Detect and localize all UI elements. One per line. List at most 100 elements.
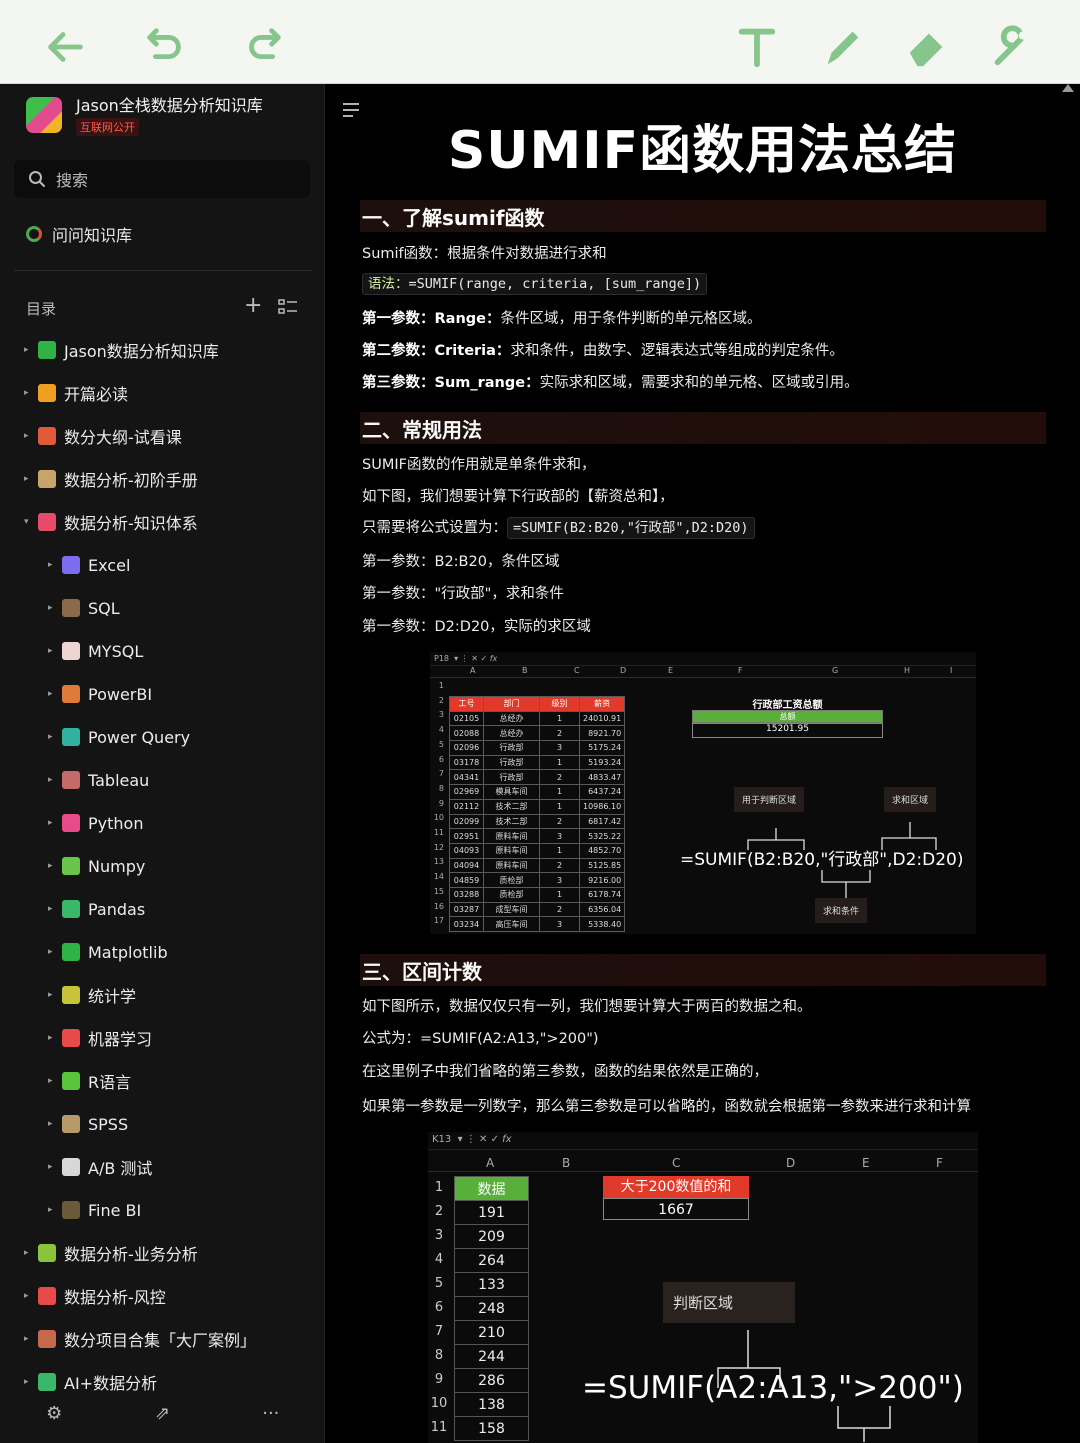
sidebar-item[interactable]: ▸ 数分项目合集「大厂案例」 <box>24 1327 256 1351</box>
sidebar-item[interactable]: ▸ 数分大纲-试看课 <box>24 424 182 448</box>
toc-add-button[interactable]: + <box>244 295 262 317</box>
chevron-down-icon[interactable]: ▾ <box>24 517 38 527</box>
chevron-right-icon[interactable]: ▸ <box>48 1119 62 1129</box>
sidebar-item[interactable]: ▸ R语言 <box>48 1069 131 1093</box>
more-icon[interactable]: ··· <box>217 1403 325 1424</box>
search-box[interactable]: 搜索 <box>14 160 310 198</box>
wrench-icon[interactable] <box>986 22 1036 72</box>
table-cell: 02969 <box>449 784 484 800</box>
back-arrow-icon[interactable] <box>40 22 90 72</box>
chevron-right-icon[interactable]: ▸ <box>48 904 62 914</box>
chevron-right-icon[interactable]: ▸ <box>48 1033 62 1043</box>
sidebar-item[interactable]: ▸ Pandas <box>48 897 145 921</box>
table-cell: 9216.00 <box>578 872 626 888</box>
table-cell: 2 <box>539 769 580 786</box>
kb-title[interactable]: Jason全栈数据分析知识库 <box>76 92 263 116</box>
sidebar-item[interactable]: ▸ A/B 测试 <box>48 1155 152 1179</box>
settings-icon[interactable]: ⚙ <box>0 1403 108 1424</box>
chevron-right-icon[interactable]: ▸ <box>48 861 62 871</box>
sidebar-item[interactable]: ▸ 数据分析-业务分析 <box>24 1241 198 1265</box>
chevron-right-icon[interactable]: ▸ <box>24 474 38 484</box>
row-number: 5 <box>438 739 444 749</box>
chevron-right-icon[interactable]: ▸ <box>24 431 38 441</box>
list-settings-icon[interactable] <box>278 298 298 316</box>
sidebar-item[interactable]: ▸ 数据分析-初阶手册 <box>24 467 198 491</box>
top-toolbar <box>0 0 1080 84</box>
python-icon <box>62 814 80 832</box>
chevron-right-icon[interactable]: ▸ <box>24 1377 38 1387</box>
sidebar-item[interactable]: ▸ 开篇必读 <box>24 381 128 405</box>
chevron-right-icon[interactable]: ▸ <box>48 818 62 828</box>
sidebar-item[interactable]: ▸ Matplotlib <box>48 940 168 964</box>
chevron-right-icon[interactable]: ▸ <box>48 1076 62 1086</box>
pen-icon[interactable] <box>818 22 868 72</box>
r-icon <box>62 1072 80 1090</box>
redo-icon[interactable] <box>238 22 288 72</box>
ask-kb-button[interactable]: 问问知识库 <box>26 222 132 246</box>
chevron-right-icon[interactable]: ▸ <box>24 1248 38 1258</box>
chevron-right-icon[interactable]: ▸ <box>48 990 62 1000</box>
sidebar-item[interactable]: ▸ Numpy <box>48 854 145 878</box>
sidebar-item[interactable]: ▸ Jason数据分析知识库 <box>24 338 219 362</box>
chevron-right-icon[interactable]: ▸ <box>24 345 38 355</box>
table-cell: 技术二部 <box>483 798 540 815</box>
chevron-right-icon[interactable]: ▸ <box>48 1205 62 1215</box>
chevron-right-icon[interactable]: ▸ <box>24 388 38 398</box>
share-icon[interactable]: ⇗ <box>108 1403 216 1424</box>
stats-icon <box>62 986 80 1004</box>
table-row: 158 <box>454 1416 529 1441</box>
sidebar-item[interactable]: ▸ PowerBI <box>48 682 152 706</box>
sidebar-item[interactable]: ▸ SPSS <box>48 1112 128 1136</box>
table-row: 248 <box>454 1296 529 1321</box>
paragraph: 如下图，我们想要计算下行政部的【薪资总和】， <box>362 489 674 505</box>
sidebar-item[interactable]: ▸ SQL <box>48 596 120 620</box>
finebi-icon <box>62 1201 80 1219</box>
table-header-cell: 工号 <box>449 696 484 712</box>
chevron-right-icon[interactable]: ▸ <box>48 560 62 570</box>
table-cell: 03178 <box>449 754 484 771</box>
table-cell: 04859 <box>449 872 484 888</box>
chevron-right-icon[interactable]: ▸ <box>48 732 62 742</box>
table-row: 04859 质检部 3 9216.00 <box>449 872 626 888</box>
sidebar-item[interactable]: ▸ Excel <box>48 553 130 577</box>
sidebar-item[interactable]: ▸ 数据分析-风控 <box>24 1284 166 1308</box>
sidebar-item[interactable]: ▸ Power Query <box>48 725 190 749</box>
chevron-right-icon[interactable]: ▸ <box>48 947 62 957</box>
chevron-right-icon[interactable]: ▸ <box>24 1291 38 1301</box>
gem-icon <box>38 427 56 445</box>
row-number: 3 <box>438 710 444 720</box>
table-cell: 6437.24 <box>578 784 626 800</box>
scroll-up-arrow[interactable] <box>1062 84 1074 92</box>
salary-table: 工号 部门 级别 薪资 02105 总经办 1 24010.91 02088 总经办 2 8921.… <box>449 696 626 932</box>
eraser-icon[interactable] <box>902 22 952 72</box>
table-cell: 5338.40 <box>578 916 626 932</box>
table-cell: 高压车间 <box>483 916 540 932</box>
text-tool-icon[interactable] <box>732 22 782 72</box>
sidebar-item[interactable]: ▸ 机器学习 <box>48 1026 152 1050</box>
sidebar-item[interactable]: ▸ 统计学 <box>48 983 136 1007</box>
sidebar-item[interactable]: ▸ Python <box>48 811 143 835</box>
table-row: 210 <box>454 1320 529 1345</box>
param-3: 第三参数：Sum_range：实际求和区域，需要求和的单元格、区域或引用。 <box>362 375 859 391</box>
table-cell: 210 <box>454 1320 529 1345</box>
sidebar-item[interactable]: ▸ Fine BI <box>48 1198 141 1222</box>
table-row: 138 <box>454 1392 529 1417</box>
sidebar-item[interactable]: ▾ 数据分析-知识体系 <box>24 510 198 534</box>
table-cell: 02088 <box>449 725 484 742</box>
undo-icon[interactable] <box>140 22 190 72</box>
chevron-right-icon[interactable]: ▸ <box>24 1334 38 1344</box>
chevron-right-icon[interactable]: ▸ <box>48 1162 62 1172</box>
table-row: 02951 原料车间 3 5325.22 <box>449 828 626 844</box>
table-cell: 158 <box>454 1416 529 1441</box>
ask-kb-label: 问问知识库 <box>52 226 133 245</box>
chevron-right-icon[interactable]: ▸ <box>48 603 62 613</box>
sidebar-item[interactable]: ▸ Tableau <box>48 768 149 792</box>
sidebar-item[interactable]: ▸ MYSQL <box>48 639 143 663</box>
chevron-right-icon[interactable]: ▸ <box>48 775 62 785</box>
dept-total-box: 行政部工资总额 总额 15201.95 <box>692 696 883 738</box>
chevron-right-icon[interactable]: ▸ <box>48 646 62 656</box>
book-icon <box>38 384 56 402</box>
sidebar-item-label: Python <box>88 813 144 833</box>
chevron-right-icon[interactable]: ▸ <box>48 689 62 699</box>
numpy-icon <box>62 857 80 875</box>
